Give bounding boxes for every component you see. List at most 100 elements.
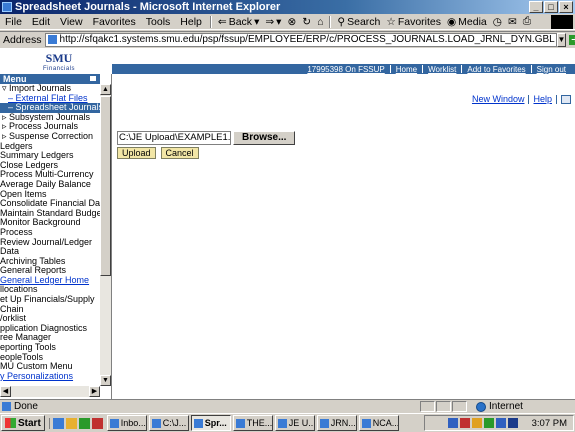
- help-link[interactable]: Help: [533, 94, 552, 104]
- address-label: Address: [3, 33, 42, 46]
- menu-vertical-scrollbar[interactable]: ▲ ▼: [100, 84, 111, 386]
- clock[interactable]: 3:07 PM: [532, 418, 567, 429]
- scroll-thumb[interactable]: [100, 96, 111, 276]
- menu-horizontal-scrollbar[interactable]: ◀ ▶: [0, 386, 100, 397]
- sign-out-link[interactable]: Sign out: [532, 65, 571, 74]
- minimize-button[interactable]: _: [529, 1, 543, 13]
- menu-bar: File Edit View Favorites Tools Help ⇐ Bac…: [0, 14, 575, 30]
- tray-app-icon[interactable]: [471, 418, 482, 428]
- home-link[interactable]: Home: [391, 65, 422, 74]
- menu-edit[interactable]: Edit: [27, 16, 55, 28]
- browse-button[interactable]: Browse...: [233, 131, 296, 145]
- status-message: Done: [0, 401, 420, 412]
- window-app-icon: [109, 418, 119, 428]
- quicklaunch-desktop-icon[interactable]: [78, 417, 90, 429]
- mail-button[interactable]: ✉: [505, 16, 520, 28]
- favorites-button[interactable]: ☆ Favorites: [383, 16, 444, 28]
- refresh-button[interactable]: ↻: [299, 16, 314, 28]
- favorites-icon: ☆: [386, 15, 396, 28]
- taskbar-button[interactable]: JE U...: [274, 415, 315, 431]
- portal-header: SMU Financials 17995398 On FSSUP Home Wo…: [0, 48, 575, 74]
- history-button[interactable]: ◷: [490, 16, 505, 28]
- forward-button[interactable]: ⇒ ▾: [262, 16, 284, 28]
- quicklaunch-app-icon[interactable]: [91, 417, 103, 429]
- address-input[interactable]: http://sfqakc1.systems.smu.edu/psp/fssup…: [44, 32, 557, 47]
- menu-favorites[interactable]: Favorites: [88, 16, 141, 28]
- status-panel: [452, 401, 467, 412]
- network-icon[interactable]: [447, 418, 458, 428]
- page-icon: [47, 35, 57, 44]
- taskbar-button[interactable]: Spr...: [190, 415, 231, 431]
- window-app-icon: [151, 418, 161, 428]
- menu-file[interactable]: File: [0, 16, 27, 28]
- start-label: Start: [18, 417, 41, 429]
- taskbar-button[interactable]: THE...: [232, 415, 273, 431]
- taskbar-button[interactable]: NCA...: [358, 415, 399, 431]
- search-button[interactable]: ⚲ Search: [334, 16, 383, 28]
- back-arrow-icon: ⇐: [217, 15, 227, 28]
- go-arrow-icon: ➜: [569, 34, 575, 45]
- back-button[interactable]: ⇐ Back ▾: [215, 16, 262, 28]
- menu-title: Menu: [3, 74, 27, 84]
- home-button[interactable]: ⌂: [314, 16, 326, 28]
- scroll-down-arrow-icon[interactable]: ▼: [100, 375, 111, 386]
- add-to-favorites-link[interactable]: Add to Favorites: [462, 65, 530, 74]
- media-icon: ◉: [447, 15, 457, 28]
- security-zone: Internet: [476, 401, 523, 412]
- taskbar-buttons: Inbo... C:\J... Spr... THE... JE U... JRN... N…: [106, 415, 399, 431]
- search-icon: ⚲: [337, 15, 346, 28]
- start-button[interactable]: Start: [1, 415, 45, 431]
- system-tray: 3:07 PM: [424, 415, 574, 431]
- refresh-icon: ↻: [302, 15, 312, 28]
- status-panel: [420, 401, 435, 412]
- address-dropdown-button[interactable]: ▼: [556, 32, 567, 47]
- user-session-link[interactable]: 17995398 On FSSUP: [302, 65, 389, 74]
- status-panel: [436, 401, 451, 412]
- menu-help[interactable]: Help: [175, 16, 207, 28]
- chevron-down-icon: ▾: [254, 15, 260, 28]
- toolbar-separator: [329, 15, 332, 28]
- window-app-icon: [277, 418, 287, 428]
- file-upload-row: C:\JE Upload\EXAMPLE1.x Browse...: [117, 131, 296, 145]
- content-frame: New Window Help C:\JE Upload\EXAMPLE1.x …: [112, 74, 575, 399]
- logo-sub-text: Financials: [42, 66, 75, 72]
- menu-tools[interactable]: Tools: [141, 16, 176, 28]
- window-app-icon: [193, 418, 203, 428]
- mail-icon: ✉: [507, 15, 517, 28]
- cancel-button[interactable]: Cancel: [160, 147, 199, 159]
- toolbar-separator: [209, 15, 212, 28]
- scroll-left-arrow-icon[interactable]: ◀: [0, 386, 11, 397]
- windows-taskbar: Start Inbo... C:\J... Spr... THE... JE U... J…: [0, 413, 575, 432]
- smu-logo[interactable]: SMU Financials: [36, 51, 82, 72]
- new-window-link[interactable]: New Window: [472, 94, 525, 104]
- quicklaunch-outlook-icon[interactable]: [65, 417, 77, 429]
- maximize-button[interactable]: □: [544, 1, 558, 13]
- close-button[interactable]: ×: [559, 1, 573, 13]
- media-button[interactable]: ◉ Media: [444, 16, 490, 28]
- volume-icon[interactable]: [495, 418, 506, 428]
- taskbar-button-label: C:\J...: [162, 418, 187, 428]
- quicklaunch-ie-icon[interactable]: [52, 417, 64, 429]
- scroll-right-arrow-icon[interactable]: ▶: [89, 386, 100, 397]
- language-icon[interactable]: [507, 418, 518, 428]
- menu-view[interactable]: View: [55, 16, 88, 28]
- print-page-icon[interactable]: [561, 94, 571, 104]
- messenger-icon[interactable]: [483, 418, 494, 428]
- stop-button[interactable]: ⊗: [284, 16, 299, 28]
- upload-button[interactable]: Upload: [117, 147, 156, 159]
- taskbar-button-label: NCA...: [372, 418, 399, 428]
- taskbar-button[interactable]: Inbo...: [106, 415, 147, 431]
- scroll-up-arrow-icon[interactable]: ▲: [100, 84, 111, 95]
- go-button[interactable]: ➜Go: [569, 34, 575, 45]
- menu-item[interactable]: y Personalizations: [0, 371, 100, 382]
- taskbar-button[interactable]: JRN...: [316, 415, 357, 431]
- print-button[interactable]: ⎙: [520, 15, 534, 28]
- file-path-input[interactable]: C:\JE Upload\EXAMPLE1.x: [117, 131, 231, 145]
- antivirus-icon[interactable]: [459, 418, 470, 428]
- worklist-link[interactable]: Worklist: [423, 65, 461, 74]
- printer-icon: ⎙: [522, 15, 532, 27]
- favorites-label: Favorites: [397, 15, 441, 28]
- back-label: Back: [228, 15, 253, 28]
- menu-collapse-icon[interactable]: [89, 75, 97, 82]
- taskbar-button[interactable]: C:\J...: [148, 415, 189, 431]
